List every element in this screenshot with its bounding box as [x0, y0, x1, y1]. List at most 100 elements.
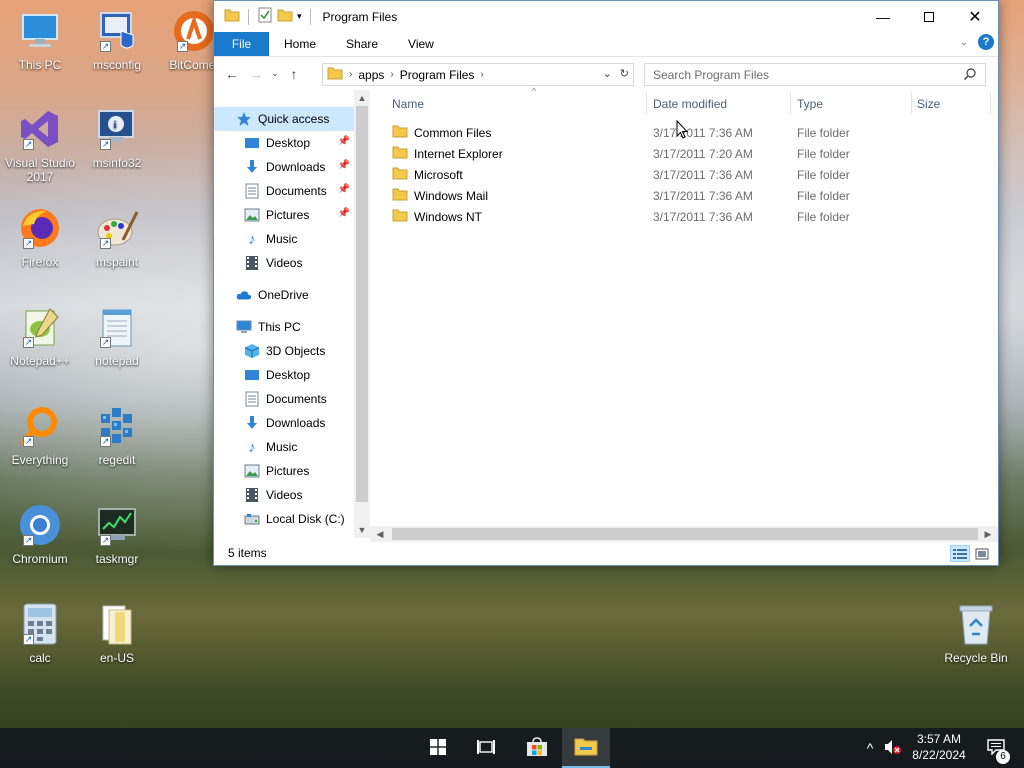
new-folder-icon[interactable]	[277, 8, 293, 25]
horizontal-scrollbar[interactable]: ◀ ▶	[370, 526, 998, 542]
expand-ribbon-chevron-icon[interactable]: ⌄	[960, 37, 968, 48]
desktop-icon-visual-studio[interactable]: ↗ Visual Studio 2017	[0, 106, 80, 184]
shortcut-arrow-icon: ↗	[23, 436, 34, 447]
chevron-right-icon[interactable]: ›	[349, 69, 352, 80]
back-button[interactable]: ←	[220, 62, 244, 86]
nav-quick-pictures[interactable]: Pictures 📌	[214, 203, 354, 227]
column-header-name[interactable]: Name ^	[392, 86, 642, 118]
pin-icon[interactable]: 📌	[338, 160, 350, 171]
customize-qat-chevron-icon[interactable]: ▾	[297, 11, 302, 22]
desktop-icon-notepadpp[interactable]: ↗ Notepad++	[0, 304, 80, 368]
taskbar-store-button[interactable]	[513, 728, 561, 768]
maximize-button[interactable]	[906, 1, 952, 32]
large-icons-view-icon[interactable]	[972, 545, 992, 562]
clock-time: 3:57 AM	[916, 732, 962, 746]
cube-icon	[244, 343, 260, 359]
desktop-icon-msinfo32[interactable]: i ↗ msinfo32	[77, 106, 157, 170]
nav-pane-scrollbar[interactable]: ▲ ▼	[354, 90, 370, 538]
desktop-icon-taskmgr[interactable]: ↗ taskmgr	[77, 502, 157, 566]
desktop-icon-notepad[interactable]: ↗ notepad	[77, 304, 157, 368]
recent-locations-button[interactable]: ⌄	[268, 62, 282, 86]
desktop-icon-this-pc[interactable]: This PC	[0, 8, 80, 72]
forward-button[interactable]: →	[244, 62, 268, 86]
table-row[interactable]: Windows Mail 3/17/2011 7:36 AM File fold…	[370, 185, 998, 206]
search-icon[interactable]	[963, 67, 977, 84]
task-view-button[interactable]	[462, 728, 510, 768]
scroll-left-icon[interactable]: ◀	[372, 526, 388, 542]
desktop-icon-recycle-bin[interactable]: Recycle Bin	[936, 601, 1016, 665]
divider[interactable]	[646, 92, 647, 114]
divider[interactable]	[790, 92, 791, 114]
nav-pc-desktop[interactable]: Desktop	[214, 363, 354, 387]
divider[interactable]	[990, 92, 991, 114]
nav-pc-videos[interactable]: Videos	[214, 483, 354, 507]
desktop-icon-chromium[interactable]: ↗ Chromium	[0, 502, 80, 566]
address-bar[interactable]: › apps › Program Files › ⌄ ↻	[322, 63, 634, 86]
minimize-button[interactable]: —	[860, 1, 906, 32]
nav-pc-music[interactable]: ♪ Music	[214, 435, 354, 459]
nav-quick-downloads[interactable]: Downloads 📌	[214, 155, 354, 179]
tab-view[interactable]: View	[393, 32, 449, 56]
scroll-up-icon[interactable]: ▲	[354, 90, 370, 106]
table-row[interactable]: Windows NT 3/17/2011 7:36 AM File folder	[370, 206, 998, 227]
desktop-icon-mspaint[interactable]: ↗ mspaint	[77, 205, 157, 269]
table-row[interactable]: Internet Explorer 3/17/2011 7:20 AM File…	[370, 143, 998, 164]
pin-icon[interactable]: 📌	[338, 184, 350, 195]
nav-pc-documents[interactable]: Documents	[214, 387, 354, 411]
column-header-size[interactable]: Size	[917, 90, 987, 118]
nav-pc-downloads[interactable]: Downloads	[214, 411, 354, 435]
nav-pc-pictures[interactable]: Pictures	[214, 459, 354, 483]
help-icon[interactable]: ?	[978, 34, 994, 50]
refresh-icon[interactable]: ↻	[620, 67, 629, 80]
nav-quick-desktop[interactable]: Desktop 📌	[214, 131, 354, 155]
start-button[interactable]	[414, 728, 462, 768]
scrollbar-thumb[interactable]	[392, 528, 978, 540]
show-hidden-icons-chevron-icon[interactable]: ^	[862, 740, 878, 756]
scroll-down-icon[interactable]: ▼	[354, 522, 370, 538]
nav-quick-music[interactable]: ♪ Music	[214, 227, 354, 251]
desktop-icon-calc[interactable]: ↗ calc	[0, 601, 80, 665]
breadcrumb-apps[interactable]: apps	[358, 68, 384, 82]
windows-logo-icon	[430, 738, 446, 758]
desktop-icon-msconfig[interactable]: ↗ msconfig	[77, 8, 157, 72]
taskbar-file-explorer-button[interactable]	[562, 728, 610, 768]
address-dropdown-chevron-icon[interactable]: ⌄	[603, 67, 612, 80]
nav-onedrive[interactable]: OneDrive	[214, 283, 354, 307]
desktop-icon-firefox[interactable]: ↗ Firefox	[0, 205, 80, 269]
chevron-right-icon[interactable]: ›	[480, 69, 483, 80]
properties-icon[interactable]	[257, 7, 273, 26]
desktop-icon-everything[interactable]: ↗ Everything	[0, 403, 80, 467]
nav-quick-videos[interactable]: Videos	[214, 251, 354, 275]
tab-home[interactable]: Home	[269, 32, 331, 56]
column-header-date[interactable]: Date modified	[653, 90, 787, 118]
scroll-right-icon[interactable]: ▶	[980, 526, 996, 542]
shortcut-arrow-icon: ↗	[23, 337, 34, 348]
close-button[interactable]: ✕	[952, 1, 998, 32]
nav-quick-access[interactable]: Quick access	[214, 107, 354, 131]
search-input[interactable]: Search Program Files	[644, 63, 986, 86]
pin-icon[interactable]: 📌	[338, 136, 350, 147]
nav-this-pc[interactable]: This PC	[214, 315, 354, 339]
back-arrow-icon: ←	[225, 65, 239, 82]
tab-file[interactable]: File	[214, 32, 269, 56]
divider[interactable]	[911, 92, 912, 114]
breadcrumb-program-files[interactable]: Program Files	[400, 68, 475, 82]
title-bar[interactable]: ▾ Program Files — ✕	[214, 1, 998, 32]
nav-quick-documents[interactable]: Documents 📌	[214, 179, 354, 203]
nav-pc-3d-objects[interactable]: 3D Objects	[214, 339, 354, 363]
details-view-icon[interactable]	[950, 545, 970, 562]
desktop-icon-en-us[interactable]: en-US	[77, 601, 157, 665]
volume-muted-icon[interactable]	[884, 739, 902, 758]
action-center-button[interactable]: 6	[974, 728, 1018, 768]
column-header-type[interactable]: Type	[797, 90, 909, 118]
chevron-right-icon[interactable]: ›	[390, 69, 393, 80]
desktop-icon-regedit[interactable]: ↗ regedit	[77, 403, 157, 467]
pin-icon[interactable]: 📌	[338, 208, 350, 219]
scrollbar-thumb[interactable]	[356, 106, 368, 502]
folder-icon	[392, 166, 408, 183]
tab-share[interactable]: Share	[331, 32, 393, 56]
up-button[interactable]: ↑	[282, 62, 306, 86]
nav-pc-local-disk[interactable]: Local Disk (C:)	[214, 507, 354, 531]
table-row[interactable]: Microsoft 3/17/2011 7:36 AM File folder	[370, 164, 998, 185]
taskbar-clock[interactable]: 3:57 AM 8/22/2024	[906, 731, 972, 763]
